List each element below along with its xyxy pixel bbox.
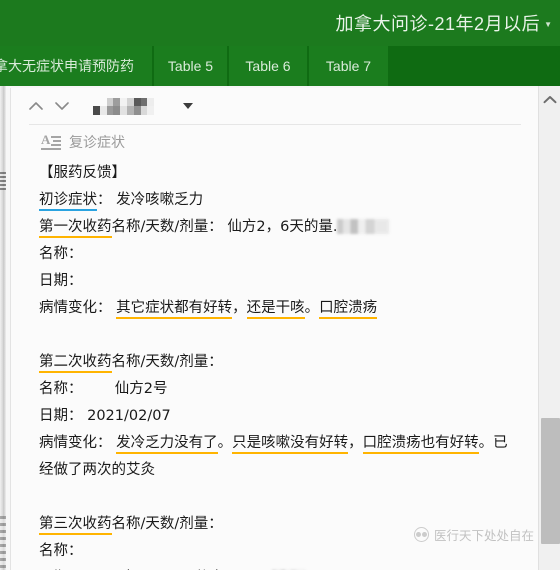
visit1-date-line: 日期： xyxy=(39,268,521,295)
visit3-order-rest: 名称/天数/剂量： xyxy=(111,516,223,532)
initial-symptom-value: 发冷咳嗽乏力 xyxy=(116,192,204,208)
content-body: A 复诊症状 【服药反馈】 初诊症状： 发冷咳嗽乏力 第一次收药名称/天数/剂量… xyxy=(0,86,560,570)
visit1-change-part1: 其它症状都有好转 xyxy=(116,300,233,319)
chevron-up-glyph xyxy=(29,102,43,110)
visit1-date-label: 日期： xyxy=(39,273,83,289)
scroll-up-button[interactable] xyxy=(539,88,560,110)
visit2-change-label: 病情变化： xyxy=(39,435,112,451)
visit2-name-value: 仙方2号 xyxy=(114,381,168,397)
section-label: 复诊症状 xyxy=(69,134,125,150)
redacted-title-block xyxy=(93,97,161,115)
visit1-order-rest: 名称/天数/剂量： xyxy=(111,219,223,235)
screenshot-root: 加拿大问诊-21年2月以后 ▼ 拿大无症状申请预防药 Table 5 Table… xyxy=(0,0,560,570)
visit3-name-line: 名称： xyxy=(39,538,521,565)
left-edge-marks-bottom xyxy=(0,516,6,568)
tab-label: Table 5 xyxy=(167,58,214,74)
toolbar-divider xyxy=(29,124,521,125)
visit2-change-part2: 只是咳嗽没有好转 xyxy=(232,435,349,454)
visit2-order-label: 第二次收药 xyxy=(39,354,112,373)
visit1-order-label: 第一次收药 xyxy=(39,219,112,238)
tab-prevention-application[interactable]: 拿大无症状申请预防药 xyxy=(0,46,152,86)
initial-symptom-label: 初诊症状 xyxy=(39,192,97,211)
chevron-up-icon xyxy=(543,95,557,103)
record-panel: A 复诊症状 【服药反馈】 初诊症状： 发冷咳嗽乏力 第一次收药名称/天数/剂量… xyxy=(10,88,538,570)
doc-heading: 【服药反馈】 xyxy=(39,160,521,187)
tab-table-7[interactable]: Table 7 xyxy=(309,46,388,86)
visit1-order-line: 第一次收药名称/天数/剂量： 仙方2，6天的量. xyxy=(39,214,521,241)
record-dropdown-icon[interactable] xyxy=(183,103,193,109)
visit1-change-label: 病情变化： xyxy=(39,300,112,316)
visit1-order-value: 仙方2，6天的量. xyxy=(227,219,338,235)
visit2-name-label: 名称： xyxy=(39,381,83,397)
visit2-change-part3: 口腔溃疡也有好转 xyxy=(362,435,479,454)
tab-label: Table 6 xyxy=(245,58,291,74)
visit2-order-line: 第二次收药名称/天数/剂量： xyxy=(39,349,521,376)
visit3-order-label: 第三次收药 xyxy=(39,516,112,535)
initial-symptom-sep: ： xyxy=(97,192,112,208)
visit1-redacted-value xyxy=(337,219,390,234)
app-header: 加拿大问诊-21年2月以后 ▼ xyxy=(0,0,560,46)
initial-symptom-line: 初诊症状： 发冷咳嗽乏力 xyxy=(39,187,521,214)
visit1-name-label: 名称： xyxy=(39,246,83,262)
record-toolbar xyxy=(11,88,539,124)
visit2-name-line: 名称： 仙方2号 xyxy=(39,376,521,403)
visit3-order-line: 第三次收药名称/天数/剂量： xyxy=(39,511,521,538)
tab-label: Table 7 xyxy=(325,58,372,74)
next-record-icon[interactable] xyxy=(51,95,73,117)
section-header: A 复诊症状 xyxy=(41,132,125,152)
visit3-date-line: 日期： 2021年2月14日仙方2，6天 xyxy=(39,565,521,570)
visit2-change-line: 病情变化： 发冷乏力没有了。只是咳嗽没有好转，口腔溃疡也有好转。已经做了两次的艾… xyxy=(39,430,521,484)
text-align-icon: A xyxy=(41,133,61,150)
visit1-change-sep1: ， xyxy=(232,300,247,316)
visit1-name-line: 名称： xyxy=(39,241,521,268)
visit2-order-rest: 名称/天数/剂量： xyxy=(111,354,223,370)
visit2-date-label: 日期： xyxy=(39,408,83,424)
visit-spacer-2 xyxy=(39,484,521,511)
visit-spacer-1 xyxy=(39,322,521,349)
tab-bar: 拿大无症状申请预防药 Table 5 Table 6 Table 7 xyxy=(0,46,560,86)
chevron-down-icon[interactable]: ▼ xyxy=(544,21,552,29)
scrollbar-thumb[interactable] xyxy=(541,418,560,544)
prev-record-icon[interactable] xyxy=(25,95,47,117)
left-edge-marks-top xyxy=(0,172,6,190)
tab-bar-filler xyxy=(390,46,560,86)
chevron-down-glyph xyxy=(55,102,69,110)
tab-label: 拿大无症状申请预防药 xyxy=(0,58,134,74)
visit2-change-sep2: ， xyxy=(348,435,363,451)
left-edge-strip xyxy=(0,86,6,570)
visit1-change-part2: 还是干咳 xyxy=(246,300,305,319)
visit1-change-sep2: 。 xyxy=(304,300,320,316)
visit2-change-sep1: 。 xyxy=(217,435,233,451)
visit2-change-part1: 发冷乏力没有了 xyxy=(116,435,218,454)
visit2-date-value: 2021/02/07 xyxy=(87,408,171,424)
visit2-date-line: 日期： 2021/02/07 xyxy=(39,403,521,430)
vertical-scrollbar[interactable] xyxy=(538,86,560,570)
tab-table-6[interactable]: Table 6 xyxy=(229,46,307,86)
visit1-change-part3: 口腔溃疡 xyxy=(319,300,378,319)
page-title: 加拿大问诊-21年2月以后 xyxy=(335,14,541,34)
visit3-name-label: 名称： xyxy=(39,543,83,559)
doc-heading-text: 【服药反馈】 xyxy=(39,165,126,181)
tab-table-5[interactable]: Table 5 xyxy=(154,46,227,86)
record-document: 【服药反馈】 初诊症状： 发冷咳嗽乏力 第一次收药名称/天数/剂量： 仙方2，6… xyxy=(11,160,521,570)
visit1-change-line: 病情变化： 其它症状都有好转，还是干咳。口腔溃疡 xyxy=(39,295,521,322)
